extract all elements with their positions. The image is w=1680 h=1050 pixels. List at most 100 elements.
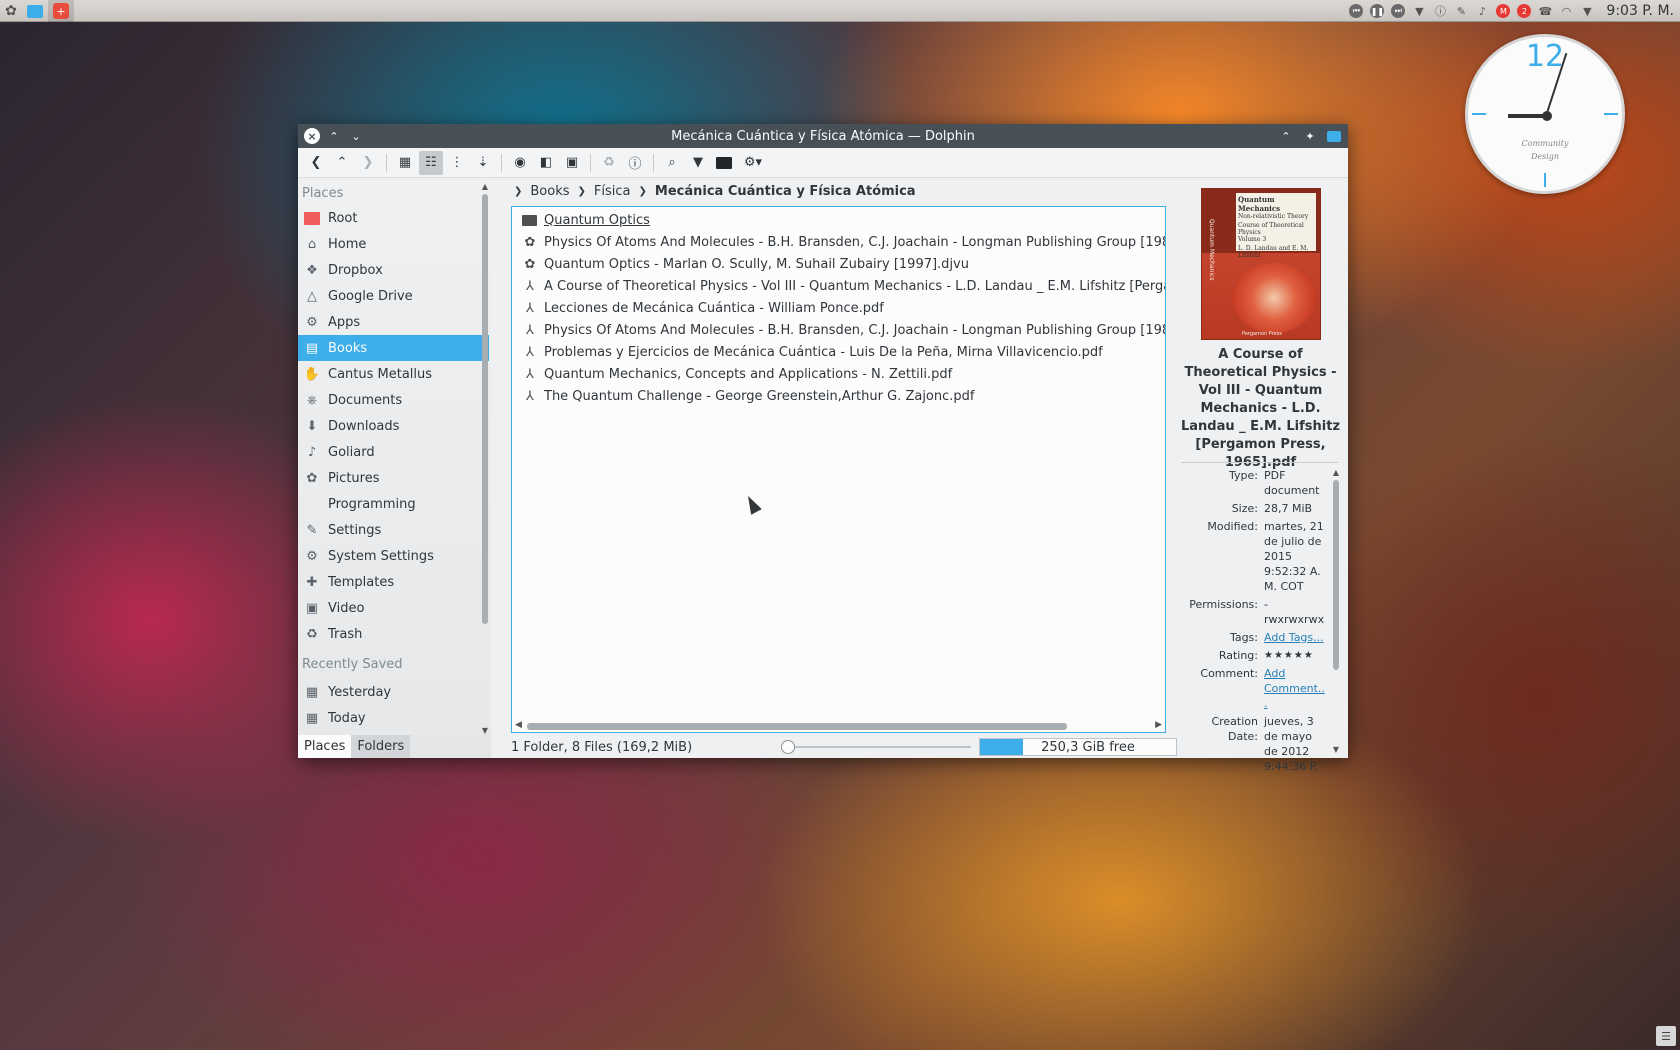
recently-saved-header: Recently Saved bbox=[302, 657, 403, 672]
info-property-value[interactable]: Add Comment... bbox=[1264, 666, 1326, 711]
scroll-down-icon[interactable]: ▼ bbox=[479, 726, 491, 735]
tab-folders[interactable]: Folders bbox=[351, 735, 411, 758]
scroll-right-icon[interactable]: ▶ bbox=[1155, 720, 1162, 730]
file-item[interactable]: ⅄ Problemas y Ejercicios de Mecánica Cuán… bbox=[512, 341, 1165, 363]
scroll-up-icon[interactable]: ▲ bbox=[1330, 468, 1342, 477]
notification-icon[interactable]: ⓘ bbox=[1432, 3, 1448, 19]
free-space-indicator[interactable]: 250,3 GiB free bbox=[979, 738, 1177, 756]
recent-item-today[interactable]: ▦ Today bbox=[298, 705, 489, 731]
places-scrollbar[interactable]: ▲ ▼ bbox=[479, 182, 491, 735]
sidebar-item-dropbox[interactable]: ❖ Dropbox bbox=[298, 257, 489, 283]
file-item[interactable]: ✿ Physics Of Atoms And Molecules - B.H. B… bbox=[512, 231, 1165, 253]
chevron-right-icon[interactable]: ❯ bbox=[578, 186, 586, 197]
up-button[interactable]: ⌃ bbox=[330, 151, 354, 175]
desktop-toolbox-button[interactable]: ☰ bbox=[1656, 1026, 1676, 1046]
sidebar-item-goliard[interactable]: ♪ Goliard bbox=[298, 439, 489, 465]
chevron-right-icon[interactable]: ❯ bbox=[514, 186, 522, 197]
file-item[interactable]: ⅄ The Quantum Challenge - George Greenste… bbox=[512, 385, 1165, 407]
file-item[interactable]: ✿ Quantum Optics - Marlan O. Scully, M. S… bbox=[512, 253, 1165, 275]
scroll-left-icon[interactable]: ◀ bbox=[515, 720, 522, 730]
horizontal-scroll-thumb[interactable] bbox=[527, 723, 1067, 730]
sidebar-item-trash[interactable]: ♻ Trash bbox=[298, 621, 489, 647]
forward-button[interactable]: ❯ bbox=[356, 151, 380, 175]
wifi-icon[interactable]: ◠ bbox=[1558, 3, 1574, 19]
sidebar-item-system-settings[interactable]: ⚙ System Settings bbox=[298, 543, 489, 569]
mail-icon[interactable]: M bbox=[1495, 3, 1511, 19]
close-button[interactable]: × bbox=[304, 128, 320, 144]
tray-expand-arrow-icon[interactable]: ▼ bbox=[1579, 3, 1595, 19]
info-property-value[interactable]: Add Tags... bbox=[1264, 630, 1326, 645]
file-item[interactable]: ⅄ A Course of Theoretical Physics - Vol I… bbox=[512, 275, 1165, 297]
file-item[interactable]: ⅄ Lecciones de Mecánica Cuántica - Willia… bbox=[512, 297, 1165, 319]
media-previous-icon[interactable]: ⏮ bbox=[1348, 3, 1364, 19]
back-button[interactable]: ❮ bbox=[304, 151, 328, 175]
sidebar-item-templates[interactable]: ✚ Templates bbox=[298, 569, 489, 595]
panel-clock[interactable]: 9:03 P. M. bbox=[1606, 3, 1674, 19]
media-next-icon[interactable]: ⏭ bbox=[1390, 3, 1406, 19]
filter-button[interactable]: ▼ bbox=[686, 151, 710, 175]
scroll-up-icon[interactable]: ▲ bbox=[479, 182, 491, 191]
tab-places[interactable]: Places bbox=[298, 735, 352, 758]
sidebar-item-documents[interactable]: ⎈ Documents bbox=[298, 387, 489, 413]
task-dolphin-button[interactable] bbox=[22, 0, 48, 22]
rating-stars[interactable]: ★★★★★ bbox=[1264, 648, 1326, 663]
horizontal-scrollbar[interactable]: ◀ ▶ bbox=[512, 720, 1165, 732]
file-view[interactable]: Quantum Optics ✿ Physics Of Atoms And Mole… bbox=[511, 206, 1166, 733]
breadcrumb-item[interactable]: Books bbox=[530, 184, 569, 199]
info-property-row: Rating: ★★★★★ bbox=[1178, 648, 1330, 663]
sidebar-item-apps[interactable]: ⚙ Apps bbox=[298, 309, 489, 335]
task-app-button[interactable]: + bbox=[48, 0, 74, 22]
keep-above-button[interactable]: ⌃ bbox=[1278, 128, 1294, 144]
file-item[interactable]: ⅄ Quantum Mechanics, Concepts and Applica… bbox=[512, 363, 1165, 385]
recent-item-yesterday[interactable]: ▦ Yesterday bbox=[298, 679, 489, 705]
sidebar-item-video[interactable]: ▣ Video bbox=[298, 595, 489, 621]
breadcrumb-item[interactable]: Mecánica Cuántica y Física Atómica bbox=[655, 184, 916, 199]
minimize-button[interactable]: ⌄ bbox=[348, 128, 364, 144]
find-button[interactable]: ⌕ bbox=[660, 151, 684, 175]
media-pause-icon[interactable]: ❚❚ bbox=[1369, 3, 1385, 19]
file-item[interactable]: ⅄ Physics Of Atoms And Molecules - B.H. B… bbox=[512, 319, 1165, 341]
details-view-button[interactable]: ⋮ bbox=[445, 151, 469, 175]
sidebar-item-root[interactable]: Root bbox=[298, 205, 489, 231]
sidebar-item-pictures[interactable]: ✿ Pictures bbox=[298, 465, 489, 491]
new-tab-button[interactable]: ▣ bbox=[560, 151, 584, 175]
sidebar-item-settings[interactable]: ✎ Settings bbox=[298, 517, 489, 543]
zoom-slider[interactable] bbox=[781, 740, 971, 754]
places-scroll-thumb[interactable] bbox=[482, 194, 488, 624]
properties-button[interactable]: ⓘ bbox=[623, 151, 647, 175]
chevron-right-icon[interactable]: ❯ bbox=[639, 186, 647, 197]
icons-view-button[interactable]: ▦ bbox=[393, 151, 417, 175]
folder-item[interactable]: Quantum Optics bbox=[512, 209, 1165, 231]
info-scrollbar[interactable]: ▲ ▼ bbox=[1330, 468, 1342, 754]
volume-icon[interactable]: ♪ bbox=[1474, 3, 1490, 19]
chat-badge-icon[interactable]: 2 bbox=[1516, 3, 1532, 19]
paperclip-icon[interactable]: ✎ bbox=[1453, 3, 1469, 19]
sidebar-item-books[interactable]: ▤ Books bbox=[298, 335, 489, 361]
guitar-icon: ♪ bbox=[307, 444, 317, 460]
analog-clock-widget[interactable]: 12 Community Design bbox=[1465, 34, 1625, 194]
control-button[interactable]: ⚙▾ bbox=[738, 151, 768, 175]
split-button[interactable]: ◧ bbox=[534, 151, 558, 175]
phone-icon[interactable]: ☎ bbox=[1537, 3, 1553, 19]
app-launcher-icon[interactable]: ✿ bbox=[0, 0, 22, 22]
window-titlebar[interactable]: × ⌃ ⌄ Mecánica Cuántica y Física Atómica… bbox=[298, 124, 1348, 148]
sidebar-item-home[interactable]: ⌂ Home bbox=[298, 231, 489, 257]
preview-button[interactable]: ◉ bbox=[508, 151, 532, 175]
move-to-trash-button[interactable]: ♻ bbox=[597, 151, 621, 175]
sidebar-item-google-drive[interactable]: △ Google Drive bbox=[298, 283, 489, 309]
pin-button[interactable]: ✦ bbox=[1302, 128, 1318, 144]
terminal-button[interactable] bbox=[712, 151, 736, 175]
zoom-slider-handle[interactable] bbox=[781, 740, 795, 754]
sidebar-item-downloads[interactable]: ⬇ Downloads bbox=[298, 413, 489, 439]
tray-menu-arrow-icon[interactable]: ▼ bbox=[1411, 3, 1427, 19]
sidebar-item-programming[interactable]: Programming bbox=[298, 491, 489, 517]
breadcrumb-item[interactable]: Física bbox=[594, 184, 631, 199]
maximize-button[interactable]: ⌃ bbox=[326, 128, 342, 144]
window-menu-button[interactable] bbox=[1326, 128, 1342, 144]
cover-spine-text: Quantum Mechanics bbox=[1208, 219, 1215, 281]
sidebar-item-label: Cantus Metallus bbox=[328, 366, 433, 382]
sort-button[interactable]: ⇣ bbox=[471, 151, 495, 175]
compact-view-button[interactable]: ☷ bbox=[419, 150, 443, 175]
sidebar-item-cantus-metallus[interactable]: ✋ Cantus Metallus bbox=[298, 361, 489, 387]
info-scroll-thumb[interactable] bbox=[1333, 480, 1339, 670]
